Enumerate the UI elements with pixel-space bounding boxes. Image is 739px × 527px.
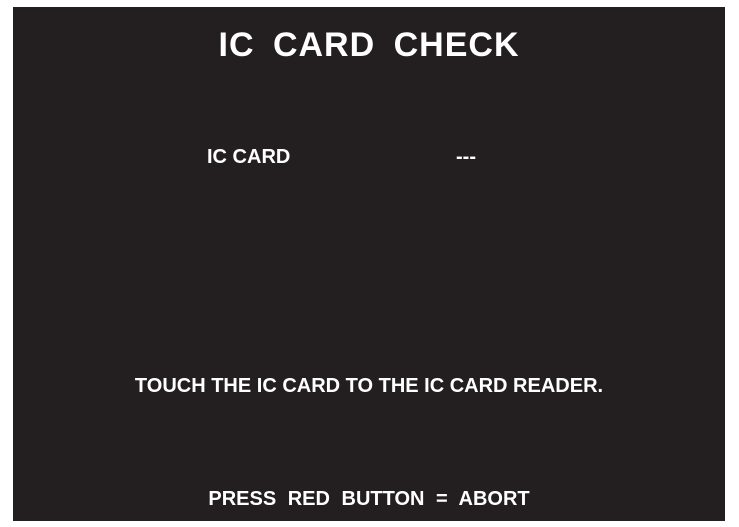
test-mode-screen: IC CARD CHECK IC CARD --- TOUCH THE IC C… — [13, 7, 725, 521]
abort-hint: PRESS RED BUTTON = ABORT — [208, 488, 530, 510]
screen-title: IC CARD CHECK — [218, 26, 520, 64]
instruction-text: TOUCH THE IC CARD TO THE IC CARD READER. — [134, 375, 604, 397]
ic-card-label: IC CARD — [207, 146, 291, 168]
ic-card-status-value: --- — [456, 146, 476, 168]
